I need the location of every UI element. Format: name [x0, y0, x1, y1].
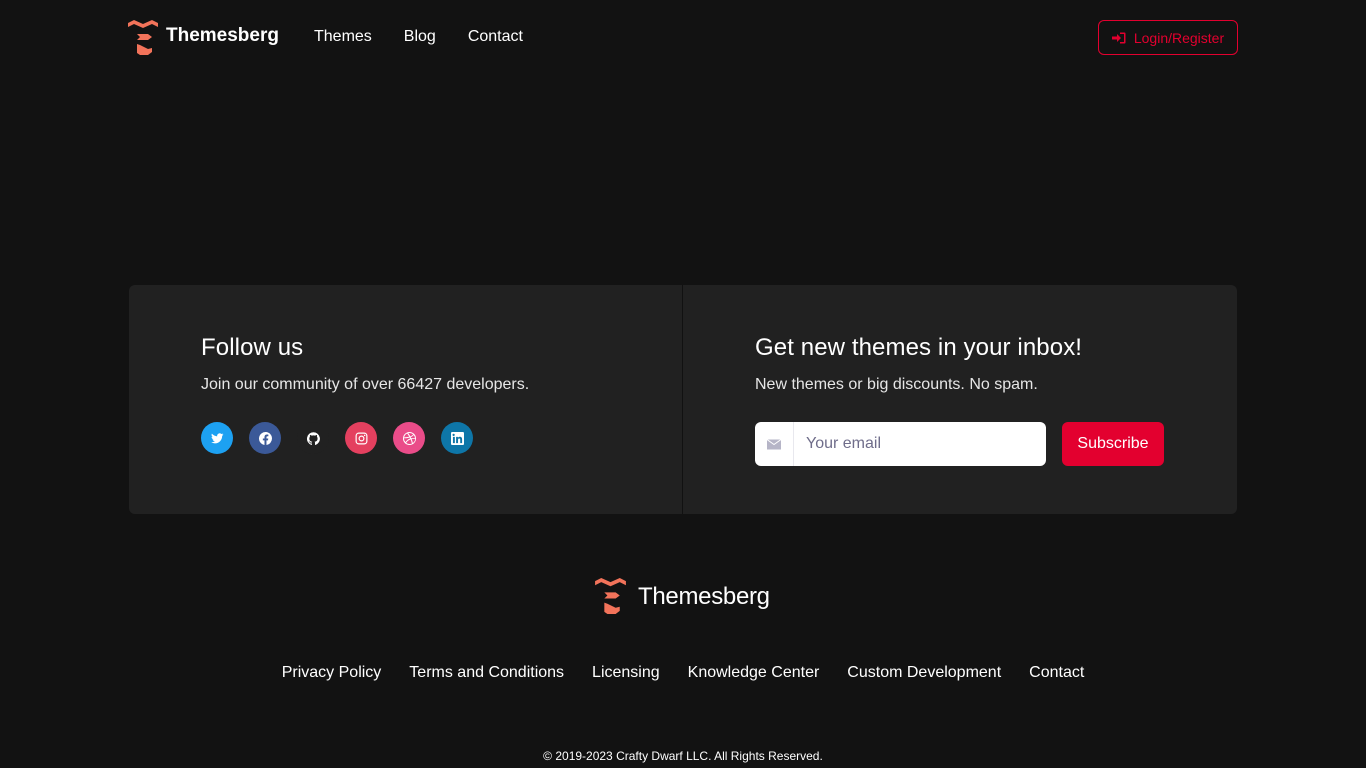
facebook-link[interactable]	[249, 422, 281, 454]
follow-subtitle: Join our community of over 66427 develop…	[201, 376, 530, 393]
twitter-icon	[210, 432, 223, 443]
copyright-text: © 2019-2023 Crafty Dwarf LLC. All Rights…	[543, 749, 823, 763]
nav-contact[interactable]: Contact	[468, 28, 523, 46]
login-register-label: Login/Register	[1133, 29, 1225, 46]
envelope-icon	[767, 438, 781, 449]
envelope-icon-wrapper	[755, 422, 794, 466]
top-navbar: Themesberg Themes Blog Contact Login/Reg…	[0, 0, 1366, 76]
footer-link-licensing[interactable]: Licensing	[592, 664, 660, 682]
email-input[interactable]	[794, 422, 1034, 466]
newsletter-title: Get new themes in your inbox!	[755, 334, 1083, 361]
follow-title: Follow us	[201, 334, 304, 361]
footer-link-contact[interactable]: Contact	[1029, 664, 1084, 682]
brand-link[interactable]: Themesberg	[128, 20, 279, 56]
email-input-group	[755, 422, 1046, 466]
footer-links: Privacy Policy Terms and Conditions Lice…	[0, 664, 1366, 682]
subscribe-button[interactable]: Subscribe	[1062, 422, 1164, 466]
dribbble-icon	[402, 431, 416, 445]
linkedin-icon	[450, 431, 464, 445]
brand-name: Themesberg	[166, 25, 279, 46]
themesberg-logo-icon	[595, 578, 626, 614]
instagram-icon	[355, 432, 367, 444]
sign-in-icon	[1111, 32, 1126, 43]
footer-link-knowledge-center[interactable]: Knowledge Center	[688, 664, 820, 682]
footer-link-custom-development[interactable]: Custom Development	[847, 664, 1001, 682]
themesberg-logo-icon	[128, 20, 158, 55]
main-nav: Themes Blog Contact	[314, 28, 555, 46]
twitter-link[interactable]	[201, 422, 233, 454]
social-links	[201, 422, 473, 454]
linkedin-link[interactable]	[441, 422, 473, 454]
footer-link-privacy-policy[interactable]: Privacy Policy	[282, 664, 382, 682]
footer-link-terms[interactable]: Terms and Conditions	[409, 664, 564, 682]
login-register-button[interactable]: Login/Register	[1098, 20, 1238, 55]
dribbble-link[interactable]	[393, 422, 425, 454]
nav-themes[interactable]: Themes	[314, 28, 372, 46]
github-icon	[306, 431, 320, 445]
instagram-link[interactable]	[345, 422, 377, 454]
newsletter-section: Get new themes in your inbox! New themes…	[683, 285, 1237, 514]
footer-brand-link[interactable]: Themesberg	[595, 578, 770, 615]
github-link[interactable]	[297, 422, 329, 454]
facebook-icon	[258, 431, 272, 445]
footer-brand-name: Themesberg	[638, 582, 770, 610]
newsletter-subtitle: New themes or big discounts. No spam.	[755, 376, 1038, 393]
cta-card: Follow us Join our community of over 664…	[129, 285, 1237, 514]
follow-section: Follow us Join our community of over 664…	[129, 285, 683, 514]
nav-blog[interactable]: Blog	[404, 28, 436, 46]
